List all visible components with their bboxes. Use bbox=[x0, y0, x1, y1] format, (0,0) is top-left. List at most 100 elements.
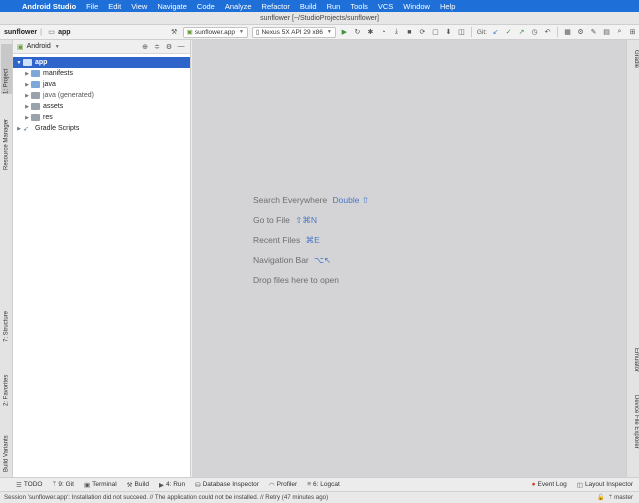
chevron-right-icon[interactable]: ▶ bbox=[23, 82, 31, 88]
status-message[interactable]: Session 'sunflower.app': Installation di… bbox=[4, 494, 597, 501]
menu-view[interactable]: View bbox=[131, 2, 147, 11]
settings-icon[interactable]: ⚙ bbox=[575, 27, 586, 38]
run-icon: ▶ bbox=[158, 481, 164, 489]
lock-icon[interactable]: 🔓 bbox=[597, 494, 604, 501]
hint-search-label: Search Everywhere bbox=[253, 195, 328, 205]
tree-item-label: res bbox=[43, 114, 53, 121]
chevron-right-icon[interactable]: ▶ bbox=[23, 115, 31, 121]
app-menu[interactable]: Android Studio bbox=[22, 2, 76, 11]
menu-refactor[interactable]: Refactor bbox=[262, 2, 290, 11]
profiler-icon: ◠ bbox=[268, 481, 275, 489]
editor-empty-area[interactable]: Search Everywhere Double ⇧ Go to File ⇧⌘… bbox=[192, 40, 626, 477]
tree-item-res[interactable]: ▶ res bbox=[13, 112, 190, 123]
git-label: Git: bbox=[476, 28, 487, 36]
locate-file-icon[interactable]: ⊕ bbox=[140, 43, 150, 51]
chevron-right-icon[interactable]: ▶ bbox=[15, 126, 23, 132]
tab-device-file-explorer[interactable]: Device File Explorer bbox=[628, 395, 639, 473]
tab-emulator[interactable]: Emulator bbox=[628, 348, 639, 388]
tree-item-gradle-scripts[interactable]: ▶ ➶ Gradle Scripts bbox=[13, 123, 190, 134]
git-rollback-icon[interactable]: ↶ bbox=[542, 27, 553, 38]
folder-icon bbox=[31, 81, 40, 88]
sync-gradle-icon[interactable]: ⟳ bbox=[417, 27, 428, 38]
avd-manager-icon[interactable]: ▢ bbox=[430, 27, 441, 38]
ide-features-icon[interactable]: ⊞ bbox=[627, 27, 638, 38]
tab-project[interactable]: 1: Project bbox=[1, 44, 12, 94]
tab-todo[interactable]: ☰ TODO bbox=[16, 481, 43, 489]
menu-build[interactable]: Build bbox=[300, 2, 317, 11]
project-structure-icon[interactable]: ▦ bbox=[562, 27, 573, 38]
device-select[interactable]: ▯ Nexus 5X API 29 x86 ▼ bbox=[251, 26, 336, 38]
hint-goto-key: ⇧⌘N bbox=[295, 215, 317, 225]
hide-panel-icon[interactable]: — bbox=[176, 43, 186, 50]
tab-git-label: 9: Git bbox=[58, 481, 74, 488]
tab-structure[interactable]: 7: Structure bbox=[1, 298, 12, 342]
breadcrumb-project[interactable]: sunflower bbox=[4, 29, 37, 36]
tab-build-variants-label: Build Variants bbox=[3, 435, 10, 472]
chevron-right-icon[interactable]: ▶ bbox=[23, 93, 31, 99]
tab-gradle-label: Gradle bbox=[633, 50, 639, 69]
tab-event-log[interactable]: ● Event Log bbox=[532, 481, 567, 488]
layout-inspector-icon[interactable]: ◫ bbox=[456, 27, 467, 38]
menu-edit[interactable]: Edit bbox=[108, 2, 121, 11]
menu-code[interactable]: Code bbox=[197, 2, 215, 11]
tab-build-variants[interactable]: Build Variants bbox=[1, 416, 12, 472]
chevron-right-icon[interactable]: ▶ bbox=[23, 71, 31, 77]
menu-vcs[interactable]: VCS bbox=[378, 2, 393, 11]
tab-gradle[interactable]: Gradle bbox=[628, 50, 639, 80]
debug-icon[interactable]: ✱ bbox=[365, 27, 376, 38]
sdk-manager-icon[interactable]: ⬇ bbox=[443, 27, 454, 38]
tab-git[interactable]: ᛘ 9: Git bbox=[53, 481, 74, 488]
settings-icon[interactable]: ⚙ bbox=[164, 43, 174, 51]
breadcrumb-module[interactable]: app bbox=[58, 29, 70, 36]
tree-item-manifests[interactable]: ▶ manifests bbox=[13, 68, 190, 79]
tree-item-app[interactable]: ▼ app bbox=[13, 57, 190, 68]
menu-run[interactable]: Run bbox=[327, 2, 341, 11]
git-update-icon[interactable]: ↙ bbox=[490, 27, 501, 38]
search-icon[interactable]: ⌕ bbox=[614, 27, 625, 38]
run-config-select[interactable]: ▣ sunflower.app ▼ bbox=[182, 26, 248, 38]
menu-navigate[interactable]: Navigate bbox=[157, 2, 187, 11]
status-bar: Session 'sunflower.app': Installation di… bbox=[0, 491, 639, 503]
apply-changes-icon[interactable]: ↻ bbox=[352, 27, 363, 38]
project-panel: ▣ Android ▼ ⊕ ≑ ⚙ — ▼ app ▶ manifests ▶ … bbox=[13, 40, 191, 477]
tree-item-java-generated[interactable]: ▶ java (generated) bbox=[13, 90, 190, 101]
tab-profiler[interactable]: ◠ Profiler bbox=[269, 481, 297, 489]
tab-build[interactable]: ⚒ Build bbox=[127, 481, 149, 489]
project-view-label: Android bbox=[26, 43, 51, 50]
android-icon: ▣ bbox=[186, 29, 193, 36]
menu-analyze[interactable]: Analyze bbox=[225, 2, 252, 11]
tab-run[interactable]: ▶ 4: Run bbox=[159, 481, 185, 489]
android-icon: ▣ bbox=[17, 43, 24, 51]
menu-tools[interactable]: Tools bbox=[350, 2, 368, 11]
tab-logcat[interactable]: ≡ 6: Logcat bbox=[307, 481, 340, 488]
tab-resource-manager[interactable]: Resource Manager bbox=[1, 100, 12, 170]
tree-item-assets[interactable]: ▶ assets bbox=[13, 101, 190, 112]
tree-item-label: manifests bbox=[43, 70, 73, 77]
project-view-select[interactable]: ▣ Android ▼ bbox=[17, 43, 60, 51]
layers-icon[interactable]: ▤ bbox=[601, 27, 612, 38]
git-branch-widget[interactable]: ᛘ master bbox=[609, 494, 633, 501]
git-commit-icon[interactable]: ✓ bbox=[503, 27, 514, 38]
menu-help[interactable]: Help bbox=[440, 2, 455, 11]
tree-item-java[interactable]: ▶ java bbox=[13, 79, 190, 90]
tab-favorites[interactable]: 2: Favorites bbox=[1, 358, 12, 406]
chevron-right-icon[interactable]: ▶ bbox=[23, 104, 31, 110]
git-history-icon[interactable]: ◷ bbox=[529, 27, 540, 38]
tab-database-inspector[interactable]: ⛁ Database Inspector bbox=[195, 481, 259, 489]
git-push-icon[interactable]: ↗ bbox=[516, 27, 527, 38]
hammer-icon[interactable]: ⚒ bbox=[169, 27, 180, 38]
menu-window[interactable]: Window bbox=[403, 2, 430, 11]
attach-debugger-icon[interactable]: ⤓ bbox=[391, 27, 402, 38]
menu-file[interactable]: File bbox=[86, 2, 98, 11]
hint-go-to-file: Go to File ⇧⌘N bbox=[253, 215, 317, 226]
tab-terminal[interactable]: ▣ Terminal bbox=[84, 481, 117, 489]
collapse-all-icon[interactable]: ≑ bbox=[152, 43, 162, 51]
branch-icon: ᛘ bbox=[52, 481, 57, 488]
wrench-icon[interactable]: ✎ bbox=[588, 27, 599, 38]
stop-icon[interactable]: ■ bbox=[404, 27, 415, 38]
chevron-down-icon[interactable]: ▼ bbox=[15, 60, 23, 66]
profile-icon[interactable]: ◔ bbox=[378, 27, 389, 38]
layout-inspector-icon: ◫ bbox=[576, 481, 583, 489]
run-icon[interactable]: ▶ bbox=[339, 27, 350, 38]
tab-layout-inspector[interactable]: ◫ Layout Inspector bbox=[577, 481, 633, 489]
